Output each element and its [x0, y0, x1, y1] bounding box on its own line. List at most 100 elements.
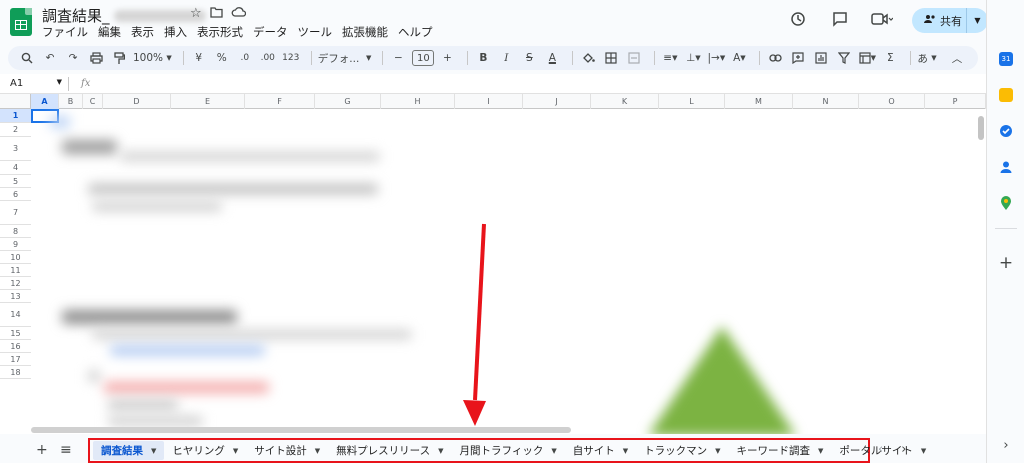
row-header[interactable]: 7	[0, 201, 31, 225]
row-header[interactable]: 1	[0, 109, 31, 123]
redo-icon[interactable]: ↷	[64, 48, 82, 68]
row-header[interactable]: 12	[0, 277, 31, 290]
show-side-panel-icon[interactable]: ›	[999, 438, 1013, 453]
collapse-toolbar-icon[interactable]: ︿	[948, 48, 966, 68]
sheet-tab[interactable]: サイト設計 ▼	[246, 441, 328, 460]
zoom-select[interactable]: 100% ▼	[133, 48, 172, 68]
row-header[interactable]: 8	[0, 225, 31, 238]
vertical-align-icon[interactable]: ⊥ ▼	[684, 48, 702, 68]
column-header[interactable]: K	[591, 94, 659, 109]
increase-decimal-button[interactable]: .00	[259, 48, 277, 68]
document-title-text[interactable]: 調査結果_	[42, 5, 110, 26]
italic-button[interactable]: I	[497, 48, 515, 68]
star-icon[interactable]: ☆	[190, 6, 202, 22]
borders-icon[interactable]	[602, 48, 620, 68]
add-sheet-icon[interactable]: +	[36, 442, 48, 458]
column-header[interactable]: P	[925, 94, 986, 109]
row-header[interactable]: 16	[0, 340, 31, 353]
sheet-tab[interactable]: 月間トラフィック ▼	[452, 441, 565, 460]
chevron-down-icon[interactable]: ▼	[623, 447, 628, 455]
row-header[interactable]: 3	[0, 137, 31, 161]
menu-tools[interactable]: ツール	[298, 24, 333, 40]
filter-views-icon[interactable]: ▼	[858, 48, 876, 68]
cloud-status-icon[interactable]	[231, 6, 246, 22]
row-header[interactable]: 5	[0, 175, 31, 188]
percent-format-button[interactable]: %	[213, 48, 231, 68]
search-menus-icon[interactable]	[18, 48, 36, 68]
row-header[interactable]: 6	[0, 188, 31, 201]
fill-color-icon[interactable]	[579, 48, 597, 68]
menu-help[interactable]: ヘルプ	[398, 24, 433, 40]
functions-icon[interactable]: Σ	[881, 48, 899, 68]
column-header[interactable]: F	[245, 94, 315, 109]
menu-format[interactable]: 表示形式	[197, 24, 243, 40]
paint-format-icon[interactable]	[110, 48, 128, 68]
row-header[interactable]: 17	[0, 353, 31, 366]
history-icon[interactable]	[786, 11, 810, 31]
column-header[interactable]: O	[859, 94, 925, 109]
calendar-icon[interactable]: 31	[999, 52, 1013, 66]
row-header[interactable]: 4	[0, 161, 31, 175]
chevron-down-icon[interactable]: ▼	[715, 447, 720, 455]
keep-icon[interactable]	[999, 88, 1013, 102]
row-header[interactable]: 10	[0, 251, 31, 264]
sheet-tab[interactable]: 無料プレスリリース ▼	[328, 441, 451, 460]
column-header[interactable]: G	[315, 94, 381, 109]
menu-extensions[interactable]: 拡張機能	[342, 24, 388, 40]
column-header[interactable]: I	[455, 94, 523, 109]
share-main-button[interactable]: 共有	[912, 13, 966, 29]
chevron-down-icon[interactable]: ▼	[233, 447, 238, 455]
undo-icon[interactable]: ↶	[41, 48, 59, 68]
text-color-button[interactable]: A	[543, 48, 561, 68]
decrease-decimal-button[interactable]: .0	[236, 48, 254, 68]
document-title[interactable]: 調査結果_	[42, 5, 206, 26]
filter-icon[interactable]	[835, 48, 853, 68]
select-all-corner[interactable]	[0, 94, 31, 109]
vertical-scrollbar[interactable]	[978, 116, 984, 140]
column-header[interactable]: C	[83, 94, 103, 109]
menu-insert[interactable]: 挿入	[164, 24, 187, 40]
font-size-decrease-button[interactable]: −	[389, 48, 407, 68]
font-family-select[interactable]: デフォ... ▼	[318, 48, 372, 68]
font-size-input[interactable]: 10	[412, 50, 435, 66]
column-header[interactable]: J	[523, 94, 591, 109]
row-header[interactable]: 11	[0, 264, 31, 277]
row-header[interactable]: 9	[0, 238, 31, 251]
column-header[interactable]: M	[725, 94, 793, 109]
all-sheets-menu-icon[interactable]: ≡	[60, 442, 72, 458]
currency-format-button[interactable]: ¥	[190, 48, 208, 68]
text-wrapping-icon[interactable]: |→ ▼	[707, 48, 725, 68]
contacts-icon[interactable]	[999, 160, 1013, 174]
move-folder-icon[interactable]	[210, 6, 223, 22]
text-rotation-icon[interactable]: A ▼	[730, 48, 748, 68]
chevron-down-icon[interactable]: ▼	[551, 447, 556, 455]
share-button[interactable]: 共有 ▼	[912, 8, 988, 33]
merge-cells-icon[interactable]	[625, 48, 643, 68]
menu-edit[interactable]: 編集	[98, 24, 121, 40]
font-size-increase-button[interactable]: +	[438, 48, 456, 68]
column-header[interactable]: E	[171, 94, 245, 109]
menu-view[interactable]: 表示	[131, 24, 154, 40]
column-header[interactable]: A	[31, 94, 59, 109]
column-header[interactable]: B	[59, 94, 83, 109]
row-header[interactable]: 13	[0, 290, 31, 303]
scroll-tabs-right-icon[interactable]: ›	[901, 442, 906, 457]
sheet-tab[interactable]: 自サイト ▼	[565, 441, 636, 460]
share-dropdown-icon[interactable]: ▼	[967, 16, 988, 25]
row-header[interactable]: 14	[0, 303, 31, 327]
horizontal-align-icon[interactable]: ≡ ▼	[661, 48, 679, 68]
bold-button[interactable]: B	[474, 48, 492, 68]
row-header[interactable]: 18	[0, 366, 31, 379]
chevron-down-icon[interactable]: ▼	[921, 447, 926, 455]
insert-chart-icon[interactable]	[812, 48, 830, 68]
scroll-tabs-left-icon[interactable]: ‹	[878, 442, 883, 457]
column-header[interactable]: H	[381, 94, 455, 109]
chevron-down-icon[interactable]: ▼	[438, 447, 443, 455]
get-addons-icon[interactable]: +	[999, 253, 1013, 273]
input-tools-button[interactable]: あ ▼	[917, 48, 936, 68]
menu-data[interactable]: データ	[253, 24, 288, 40]
row-header[interactable]: 2	[0, 123, 31, 137]
row-header[interactable]: 15	[0, 327, 31, 340]
meet-video-icon[interactable]	[870, 12, 894, 30]
more-formats-button[interactable]: 123	[282, 48, 300, 68]
